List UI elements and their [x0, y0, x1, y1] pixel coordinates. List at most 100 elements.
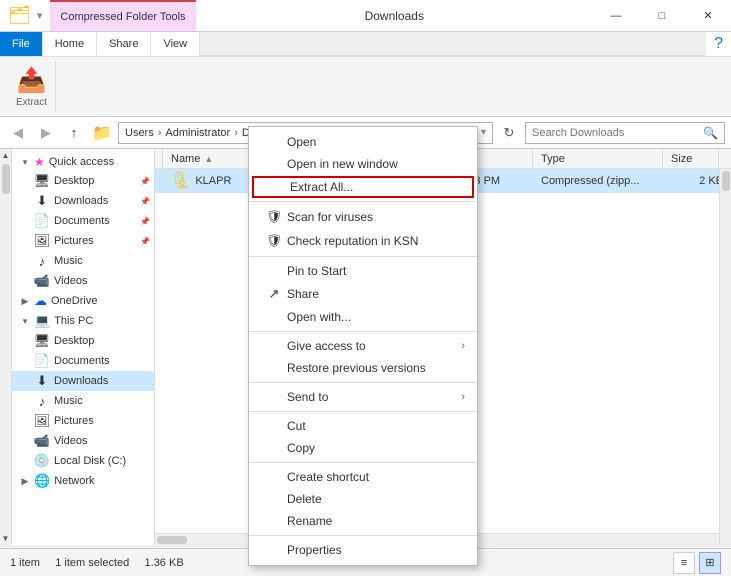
ctx-create-shortcut[interactable]: Create shortcut — [249, 466, 477, 488]
onedrive-icon: ☁ — [34, 293, 47, 309]
ctx-send-to[interactable]: Send to › — [249, 386, 477, 408]
ctx-pin-start[interactable]: Pin to Start — [249, 260, 477, 282]
sidebar-item-desktop-pc[interactable]: 🖥 Desktop — [12, 331, 154, 351]
path-administrator[interactable]: Administrator — [165, 127, 230, 139]
search-icon: 🔍 — [703, 126, 718, 140]
ctx-give-access[interactable]: Give access to › — [249, 335, 477, 357]
ctx-cut[interactable]: Cut — [249, 415, 477, 437]
tab-compressed-folder-tools[interactable]: Compressed Folder Tools — [50, 0, 195, 31]
details-view-button[interactable]: ≡ — [673, 552, 695, 574]
ribbon-tab-home[interactable]: Home — [43, 32, 97, 56]
sidebar-item-pictures-pc[interactable]: 🖼 Pictures — [12, 411, 154, 431]
sort-arrow: ▲ — [204, 154, 213, 164]
pin-icon-downloads: 📌 — [140, 197, 150, 206]
computer-icon: 💻 — [34, 313, 50, 329]
sidebar-item-documents-pc[interactable]: 📄 Documents — [12, 351, 154, 371]
close-button[interactable]: ✕ — [685, 0, 731, 32]
documents-icon-pc: 📄 — [34, 353, 50, 369]
ribbon-tab-view[interactable]: View — [151, 32, 200, 56]
ctx-divider-3 — [249, 331, 477, 332]
ctx-delete[interactable]: Delete — [249, 488, 477, 510]
context-menu: Open Open in new window Extract All... 🛡… — [248, 126, 478, 566]
pin-icon-desktop: 📌 — [140, 177, 150, 186]
sidebar-item-videos-pc[interactable]: 📹 Videos — [12, 431, 154, 451]
ctx-rename[interactable]: Rename — [249, 510, 477, 532]
ctx-open-with[interactable]: Open with... — [249, 306, 477, 328]
ctx-copy[interactable]: Copy — [249, 437, 477, 459]
path-sep-1: › — [158, 127, 162, 139]
col-header-type[interactable]: Type — [533, 149, 663, 168]
ctx-check-reputation[interactable]: 🛡 Check reputation in KSN — [249, 229, 477, 253]
send-to-arrow: › — [461, 391, 465, 403]
scroll-down-arrow[interactable]: ▼ — [0, 532, 11, 545]
up-button[interactable]: ↑ — [62, 121, 86, 145]
music-icon-quick: ♪ — [34, 253, 50, 269]
help-button[interactable]: ? — [706, 32, 731, 56]
ribbon-tab-file[interactable]: File — [0, 32, 43, 56]
ribbon-tab-share[interactable]: Share — [97, 32, 151, 56]
pin-icon-documents: 📌 — [140, 217, 150, 226]
share-icon: ↗ — [265, 286, 283, 302]
sidebar-item-music-pc[interactable]: ♪ Music — [12, 391, 154, 411]
search-box[interactable]: 🔍 — [525, 122, 725, 144]
large-icons-view-button[interactable]: ⊞ — [699, 552, 721, 574]
forward-button[interactable]: ▶ — [34, 121, 58, 145]
sidebar-this-pc[interactable]: ▾ 💻 This PC — [12, 311, 154, 331]
pictures-icon-quick: 🖼 — [34, 233, 50, 249]
pictures-icon-pc: 🖼 — [34, 413, 50, 429]
sidebar-quick-access[interactable]: ▾ ★ Quick access — [12, 153, 154, 171]
status-count: 1 item 1 item selected 1.36 KB — [10, 557, 184, 569]
scroll-up-arrow[interactable]: ▲ — [0, 149, 11, 162]
desktop-icon-quick: 🖥 — [34, 173, 50, 189]
col-header-size[interactable]: Size — [663, 149, 719, 168]
sidebar-item-videos-quick[interactable]: 📹 Videos — [12, 271, 154, 291]
ribbon: File Home Share View ? 📤 Extract — [0, 32, 731, 117]
sidebar-item-desktop-quick[interactable]: 🖥 Desktop 📌 — [12, 171, 154, 191]
file-hscroll-thumb — [157, 536, 187, 544]
star-icon: ★ — [34, 155, 45, 169]
ctx-open-new-window[interactable]: Open in new window — [249, 153, 477, 175]
window-controls: — □ ✕ — [593, 0, 731, 31]
maximize-button[interactable]: □ — [639, 0, 685, 32]
sidebar-item-pictures-quick[interactable]: 🖼 Pictures 📌 — [12, 231, 154, 251]
sidebar-item-local-disk[interactable]: 💿 Local Disk (C:) — [12, 451, 154, 471]
downloads-icon-pc: ⬇ — [34, 373, 50, 389]
ctx-share[interactable]: ↗ Share — [249, 282, 477, 306]
folder-icon: 📁 — [90, 121, 114, 145]
sidebar-item-documents-quick[interactable]: 📄 Documents 📌 — [12, 211, 154, 231]
local-disk-icon: 💿 — [34, 453, 50, 469]
file-type-klapr: Compressed (zipp... — [533, 175, 663, 187]
music-icon-pc: ♪ — [34, 393, 50, 409]
ctx-divider-6 — [249, 462, 477, 463]
back-button[interactable]: ◀ — [6, 121, 30, 145]
videos-icon-quick: 📹 — [34, 273, 50, 289]
sidebar-item-downloads-quick[interactable]: ⬇ Downloads 📌 — [12, 191, 154, 211]
minimize-button[interactable]: — — [593, 0, 639, 32]
ctx-restore-versions[interactable]: Restore previous versions — [249, 357, 477, 379]
sidebar-onedrive[interactable]: ▶ ☁ OneDrive — [12, 291, 154, 311]
ctx-properties[interactable]: Properties — [249, 539, 477, 561]
ctx-extract-all[interactable]: Extract All... — [252, 176, 474, 198]
path-users[interactable]: Users — [125, 127, 154, 139]
file-scroll-thumb — [722, 171, 730, 191]
videos-icon-pc: 📹 — [34, 433, 50, 449]
path-dropdown[interactable]: ▾ — [481, 127, 486, 138]
search-input[interactable] — [532, 127, 703, 139]
ctx-open[interactable]: Open — [249, 131, 477, 153]
app-icon: 🗂 — [8, 5, 31, 26]
network-icon: 🌐 — [34, 473, 50, 489]
sidebar-item-downloads-pc[interactable]: ⬇ Downloads — [12, 371, 154, 391]
sidebar-network[interactable]: ▶ 🌐 Network — [12, 471, 154, 491]
ribbon-tab-bar: File Home Share View ? — [0, 32, 731, 56]
ribbon-content: 📤 Extract — [0, 56, 731, 116]
ribbon-extract-group: 📤 Extract — [8, 61, 56, 112]
file-list-scrollbar[interactable] — [719, 169, 731, 545]
pin-icon-pictures: 📌 — [140, 237, 150, 246]
documents-icon-quick: 📄 — [34, 213, 50, 229]
sidebar-item-music-quick[interactable]: ♪ Music — [12, 251, 154, 271]
give-access-arrow: › — [461, 340, 465, 352]
sidebar-scroll-bar[interactable]: ▲ ▼ — [0, 149, 12, 545]
ctx-scan-viruses[interactable]: 🛡 Scan for viruses — [249, 205, 477, 229]
refresh-button[interactable]: ↻ — [497, 122, 521, 144]
status-view-buttons: ≡ ⊞ — [673, 552, 721, 574]
